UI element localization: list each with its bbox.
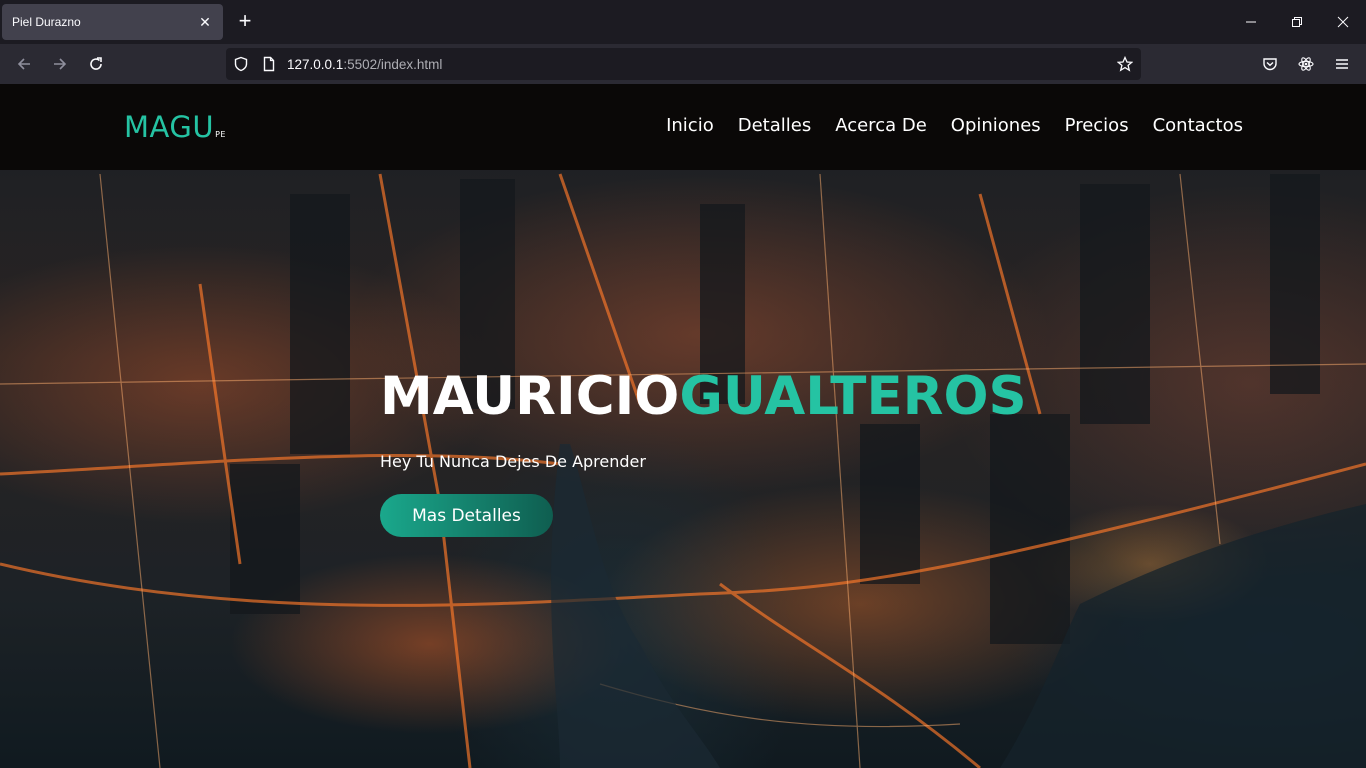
headline-last-name: GUALTEROS [679,366,1027,427]
browser-tab[interactable]: Piel Durazno ✕ [2,4,223,40]
logo-suffix: PE [215,130,226,139]
headline-first-name: MAURICIO [380,366,680,427]
restore-icon[interactable] [1285,10,1309,34]
forward-icon[interactable] [48,52,72,76]
nav-link-detalles[interactable]: Detalles [738,115,811,136]
bookmark-star-icon[interactable] [1117,56,1133,72]
url-text: 127.0.0.1:5502/index.html [287,57,442,72]
close-window-icon[interactable] [1331,10,1355,34]
tab-bar: Piel Durazno ✕ + [0,0,1366,44]
shield-icon[interactable] [233,56,249,72]
more-details-button[interactable]: Mas Detalles [380,494,553,537]
back-icon[interactable] [12,52,36,76]
nav-link-contactos[interactable]: Contactos [1153,115,1243,136]
web-page: MAGUPE Inicio Detalles Acerca De Opinion… [0,84,1366,768]
react-devtools-icon[interactable] [1294,52,1318,76]
url-bar[interactable]: 127.0.0.1:5502/index.html [226,48,1141,80]
site-logo[interactable]: MAGUPE [124,110,226,144]
nav-link-acerca-de[interactable]: Acerca De [835,115,927,136]
menu-icon[interactable] [1330,52,1354,76]
tab-title: Piel Durazno [12,15,81,29]
close-tab-icon[interactable]: ✕ [197,14,213,30]
reload-icon[interactable] [84,52,108,76]
navigation-toolbar: 127.0.0.1:5502/index.html [0,44,1366,84]
url-path: :5502/index.html [343,56,443,72]
hero-headline: MAURICIOGUALTEROS [380,364,1027,430]
hero-tagline: Hey Tu Nunca Dejes De Aprender [380,452,646,471]
minimize-icon[interactable] [1239,10,1263,34]
page-icon [261,56,277,72]
nav-link-opiniones[interactable]: Opiniones [951,115,1041,136]
logo-text: MAGU [124,110,215,144]
pocket-icon[interactable] [1258,52,1282,76]
url-host: 127.0.0.1 [287,56,344,72]
new-tab-icon[interactable]: + [233,10,257,34]
nav-link-inicio[interactable]: Inicio [666,115,714,136]
nav-link-precios[interactable]: Precios [1065,115,1129,136]
site-header: MAGUPE Inicio Detalles Acerca De Opinion… [0,84,1366,170]
main-menu: Inicio Detalles Acerca De Opiniones Prec… [666,115,1243,136]
